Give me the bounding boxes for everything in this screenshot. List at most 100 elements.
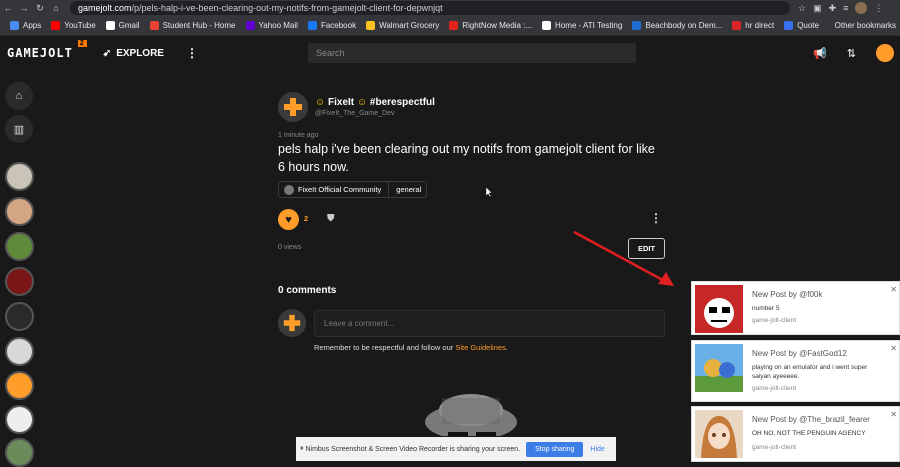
community-avatar[interactable] xyxy=(5,197,34,226)
bookmark-label: Walmart Grocery xyxy=(379,21,440,30)
smiley-icon: ☺ xyxy=(315,97,326,108)
home-shortcut-icon[interactable]: ⌂ xyxy=(5,82,33,110)
close-icon[interactable]: ✕ xyxy=(890,344,897,353)
extension-icon[interactable]: ▣ xyxy=(813,3,822,14)
bookmark-item[interactable]: Facebook xyxy=(307,21,357,30)
heart-icon: ♥ xyxy=(285,213,292,226)
comment-input[interactable]: Leave a comment... xyxy=(314,310,665,337)
bookmark-item[interactable]: YouTube xyxy=(51,21,96,30)
notification-body: playing on an emulator and i went super … xyxy=(752,364,868,380)
close-icon[interactable]: ✕ xyxy=(890,285,897,294)
notification-toast[interactable]: New Post by @FastGod12 playing on an emu… xyxy=(691,340,900,402)
browser-url-row: ← → ↻ ⌂ gamejolt.com/p/pels-halp-i-ve-be… xyxy=(0,0,900,16)
guideline-text: Remember to be respectful and follow our xyxy=(314,343,456,352)
community-avatar[interactable] xyxy=(5,337,34,366)
notification-source: game-jolt-client xyxy=(752,444,797,451)
activity-icon[interactable]: ⇅ xyxy=(847,47,856,60)
notification-toast[interactable]: New Post by @The_brazil_fearer OH NO, NO… xyxy=(691,406,900,462)
more-menu-icon[interactable]: ⋮ xyxy=(186,46,198,60)
bookmark-label: Home - ATI Testing xyxy=(555,21,623,30)
bookmark-icon xyxy=(542,21,552,30)
comments-title: 0 comments xyxy=(278,285,337,296)
profile-avatar[interactable] xyxy=(855,2,868,14)
community-tag[interactable]: FixeIt Official Community general xyxy=(278,181,428,198)
logo-text: GAMEJOLT xyxy=(7,46,73,60)
notification-toast[interactable]: New Post by @f00k number 5 game-jolt-cli… xyxy=(691,281,900,335)
community-avatar[interactable] xyxy=(5,371,34,400)
notification-badge: 2 xyxy=(77,40,87,47)
other-bookmarks[interactable]: Other bookmarks xyxy=(835,21,896,30)
guideline-note: Remember to be respectful and follow our… xyxy=(314,343,508,352)
empty-comments-mascot xyxy=(425,394,517,436)
post-time[interactable]: 1 minute ago xyxy=(278,132,318,139)
red-arrow-annotation xyxy=(573,230,674,286)
user-avatar[interactable] xyxy=(876,44,894,62)
notification-image xyxy=(695,410,743,458)
stop-sharing-button[interactable]: Stop sharing xyxy=(526,441,584,457)
gamejolt-logo[interactable]: GAMEJOLT 2 xyxy=(7,40,87,60)
bookmark-label: Yahoo Mail xyxy=(258,21,298,30)
view-count: 0 views xyxy=(278,244,302,251)
bookmark-item[interactable]: Gmail xyxy=(105,21,140,30)
bookmark-item[interactable]: RightNow Media :... xyxy=(449,21,532,30)
author-name[interactable]: ☺ FixeIt ☺ #berespectful xyxy=(315,97,435,108)
community-avatar[interactable] xyxy=(5,162,34,191)
channel-name: general xyxy=(396,185,422,194)
community-avatar[interactable] xyxy=(5,302,34,331)
share-icon[interactable]: ⛊ xyxy=(327,213,335,224)
bookmark-item[interactable]: Apps xyxy=(10,21,41,30)
bookmark-item[interactable]: hr direct xyxy=(732,21,774,30)
search-input[interactable]: Search xyxy=(308,43,636,63)
back-icon[interactable]: ← xyxy=(0,3,16,13)
close-icon[interactable]: ✕ xyxy=(890,410,897,419)
bookmark-item[interactable]: Quote xyxy=(784,21,819,30)
notification-body: OH NO, NOT THE PENGUIN AGENCY xyxy=(752,430,866,437)
notification-source: game-jolt-client xyxy=(752,385,797,392)
megaphone-icon[interactable]: 📢 xyxy=(813,47,827,60)
post-options-icon[interactable]: ⋮ xyxy=(650,211,662,225)
notification-body: number 5 xyxy=(752,305,780,312)
home-icon[interactable]: ⌂ xyxy=(48,3,64,13)
community-avatar[interactable] xyxy=(5,232,34,261)
post-text: pels halp i've been clearing out my noti… xyxy=(278,142,655,174)
hide-button[interactable]: Hide xyxy=(590,446,604,453)
menu-icon[interactable]: ⋮ xyxy=(874,3,883,14)
puzzle-icon[interactable]: ✚ xyxy=(829,3,837,14)
bookmark-label: Quote xyxy=(797,21,819,30)
forward-icon[interactable]: → xyxy=(16,3,32,13)
bookmark-label: Student Hub - Home xyxy=(162,21,236,30)
mouse-cursor-icon xyxy=(486,187,493,197)
address-bar[interactable]: gamejolt.com/p/pels-halp-i-ve-been-clear… xyxy=(70,1,790,15)
bookmark-icon xyxy=(10,21,19,30)
reload-icon[interactable]: ↻ xyxy=(32,3,48,14)
reading-list-icon[interactable]: ≡ xyxy=(843,3,848,13)
bookmark-label: Facebook xyxy=(320,21,357,30)
star-icon[interactable]: ☆ xyxy=(798,3,806,14)
bookmark-item[interactable]: Student Hub - Home xyxy=(149,21,236,30)
community-avatar[interactable] xyxy=(5,405,34,434)
author-avatar[interactable] xyxy=(278,92,308,122)
author-handle[interactable]: @FixeIt_The_Game_Dev xyxy=(315,110,394,117)
explore-link[interactable]: ➹ EXPLORE xyxy=(103,48,164,59)
author-tag: #berespectful xyxy=(369,97,435,108)
site-guidelines-link[interactable]: Site Guidelines xyxy=(455,343,505,352)
bookmark-icon xyxy=(245,21,255,30)
like-count[interactable]: 2 xyxy=(304,214,308,223)
bookmark-icon xyxy=(149,21,159,30)
community-avatar[interactable] xyxy=(5,438,34,467)
bookmark-label: YouTube xyxy=(64,21,96,30)
commenter-avatar xyxy=(278,309,306,337)
community-name: FixeIt Official Community xyxy=(298,185,382,194)
bookmark-icon xyxy=(784,21,794,30)
like-button[interactable]: ♥ xyxy=(278,209,299,230)
bookmark-item[interactable]: Walmart Grocery xyxy=(366,21,439,30)
bookmark-icon xyxy=(732,21,742,30)
notification-title: New Post by @The_brazil_fearer xyxy=(752,415,870,424)
bookmark-label: Apps xyxy=(23,21,42,30)
library-icon[interactable]: ▥ xyxy=(5,115,33,143)
bookmark-item[interactable]: Yahoo Mail xyxy=(245,21,298,30)
bookmark-item[interactable]: Beachbody on Dem... xyxy=(632,21,722,30)
bookmark-item[interactable]: Home - ATI Testing xyxy=(542,21,622,30)
bookmark-icon xyxy=(105,21,115,30)
community-avatar[interactable] xyxy=(5,267,34,296)
